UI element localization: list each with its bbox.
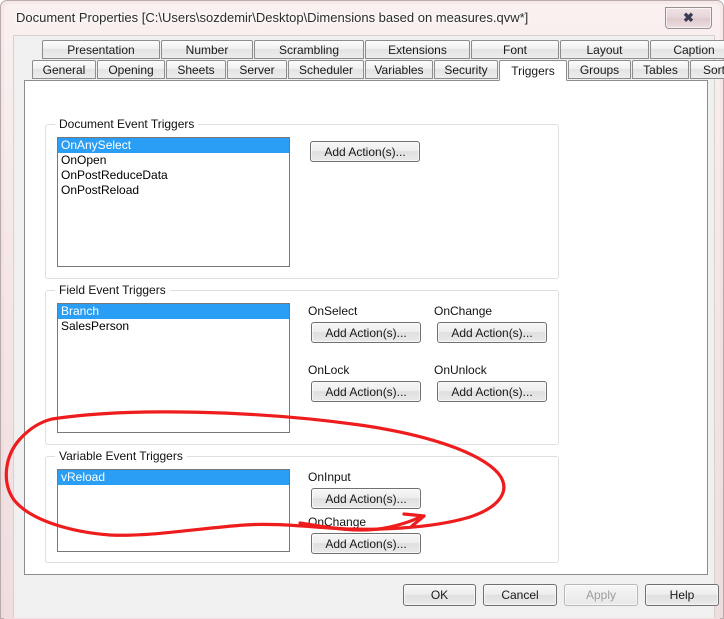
dialog-footer: OK Cancel Apply Help: [14, 575, 719, 618]
tab-label: Opening: [108, 62, 154, 77]
tab-label: Sort: [702, 62, 724, 77]
tab-server[interactable]: Server: [227, 60, 287, 79]
field-onchange-add-actions-button[interactable]: Add Action(s)...: [437, 322, 547, 343]
tab-label: Sheets: [177, 62, 215, 77]
title-bar: Document Properties [C:\Users\sozdemir\D…: [4, 4, 720, 35]
tab-extensions[interactable]: Extensions: [365, 40, 470, 59]
tab-groups[interactable]: Groups: [568, 60, 631, 79]
ok-button[interactable]: OK: [403, 584, 476, 606]
variable-event-triggers-group: Variable Event Triggers vReload OnInput …: [45, 449, 559, 563]
button-label: Cancel: [501, 588, 539, 602]
window-title: Document Properties [C:\Users\sozdemir\D…: [16, 10, 529, 25]
tab-label: Variables: [374, 62, 424, 77]
onlock-label: OnLock: [308, 363, 350, 377]
field-onunlock-add-actions-button[interactable]: Add Action(s)...: [437, 381, 547, 402]
tab-label: General: [42, 62, 86, 77]
tab-tables[interactable]: Tables: [632, 60, 689, 79]
button-label: Add Action(s)...: [325, 491, 407, 506]
list-item[interactable]: Branch: [58, 304, 289, 319]
tab-label: Triggers: [511, 63, 555, 78]
apply-button: Apply: [564, 584, 638, 606]
cancel-button[interactable]: Cancel: [483, 584, 557, 606]
group-title: Field Event Triggers: [55, 283, 170, 297]
tab-security[interactable]: Security: [434, 60, 498, 79]
button-label: Add Action(s)...: [325, 536, 407, 551]
button-label: OK: [430, 588, 449, 602]
tab-general[interactable]: General: [32, 60, 96, 79]
button-label: Add Action(s)...: [451, 384, 533, 399]
document-properties-window: Document Properties [C:\Users\sozdemir\D…: [0, 0, 724, 619]
button-label: Add Action(s)...: [324, 144, 406, 159]
onselect-label: OnSelect: [308, 304, 358, 318]
tab-label: Tables: [643, 62, 678, 77]
list-item[interactable]: OnPostReduceData: [58, 168, 289, 183]
button-label: Apply: [585, 588, 617, 602]
tab-label: Security: [444, 62, 488, 77]
tab-number[interactable]: Number: [161, 40, 253, 59]
group-title: Variable Event Triggers: [55, 449, 187, 463]
document-event-listbox[interactable]: OnAnySelect OnOpen OnPostReduceData OnPo…: [57, 137, 290, 267]
tab-label: Number: [185, 42, 229, 57]
document-add-actions-button[interactable]: Add Action(s)...: [310, 141, 420, 162]
tab-label: Extensions: [388, 42, 447, 57]
list-item[interactable]: vReload: [58, 470, 289, 485]
tab-sheets[interactable]: Sheets: [166, 60, 226, 79]
list-item[interactable]: OnPostReload: [58, 183, 289, 198]
dialog-client-area: Presentation Number Scrambling Extension…: [13, 35, 724, 618]
list-item[interactable]: OnAnySelect: [58, 138, 289, 153]
button-label: Help: [669, 588, 695, 602]
field-onselect-add-actions-button[interactable]: Add Action(s)...: [311, 322, 421, 343]
tab-opening[interactable]: Opening: [97, 60, 165, 79]
help-button[interactable]: Help: [645, 584, 719, 606]
variable-event-listbox[interactable]: vReload: [57, 469, 290, 552]
list-item[interactable]: SalesPerson: [58, 319, 289, 334]
group-title: Document Event Triggers: [55, 117, 199, 131]
oninput-label: OnInput: [308, 470, 351, 484]
tab-presentation[interactable]: Presentation: [42, 40, 160, 59]
tab-triggers[interactable]: Triggers: [499, 60, 567, 81]
list-item[interactable]: OnOpen: [58, 153, 289, 168]
field-event-listbox[interactable]: Branch SalesPerson: [57, 303, 290, 433]
tab-label: Caption: [673, 42, 715, 57]
tab-caption[interactable]: Caption: [650, 40, 724, 59]
tab-variables[interactable]: Variables: [365, 60, 433, 79]
button-label: Add Action(s)...: [325, 325, 407, 340]
close-button[interactable]: ✖: [665, 7, 712, 29]
tab-label: Scheduler: [298, 62, 354, 77]
variable-onchange-label: OnChange: [308, 515, 367, 529]
tab-layout[interactable]: Layout: [560, 40, 649, 59]
window-frame-inner: Document Properties [C:\Users\sozdemir\D…: [4, 4, 724, 619]
tab-strip: Presentation Number Scrambling Extension…: [24, 40, 724, 81]
tab-label: Layout: [586, 42, 623, 57]
field-onlock-add-actions-button[interactable]: Add Action(s)...: [311, 381, 421, 402]
tab-label: Groups: [579, 62, 620, 77]
button-label: Add Action(s)...: [451, 325, 533, 340]
tab-label: Font: [502, 42, 527, 57]
onchange-label: OnChange: [434, 304, 493, 318]
onunlock-label: OnUnlock: [434, 363, 487, 377]
variable-oninput-add-actions-button[interactable]: Add Action(s)...: [311, 488, 421, 509]
tab-label: Scrambling: [278, 42, 340, 57]
tab-font[interactable]: Font: [471, 40, 559, 59]
button-label: Add Action(s)...: [325, 384, 407, 399]
field-event-triggers-group: Field Event Triggers Branch SalesPerson …: [45, 283, 559, 445]
close-icon: ✖: [683, 10, 694, 25]
tab-label: Presentation: [67, 42, 135, 57]
triggers-tab-page: Document Event Triggers OnAnySelect OnOp…: [24, 80, 708, 575]
tab-scrambling[interactable]: Scrambling: [254, 40, 364, 59]
tab-sort[interactable]: Sort: [690, 60, 724, 79]
variable-onchange-add-actions-button[interactable]: Add Action(s)...: [311, 533, 421, 554]
tab-scheduler[interactable]: Scheduler: [288, 60, 364, 79]
tab-label: Server: [239, 62, 275, 77]
document-event-triggers-group: Document Event Triggers OnAnySelect OnOp…: [45, 117, 559, 279]
